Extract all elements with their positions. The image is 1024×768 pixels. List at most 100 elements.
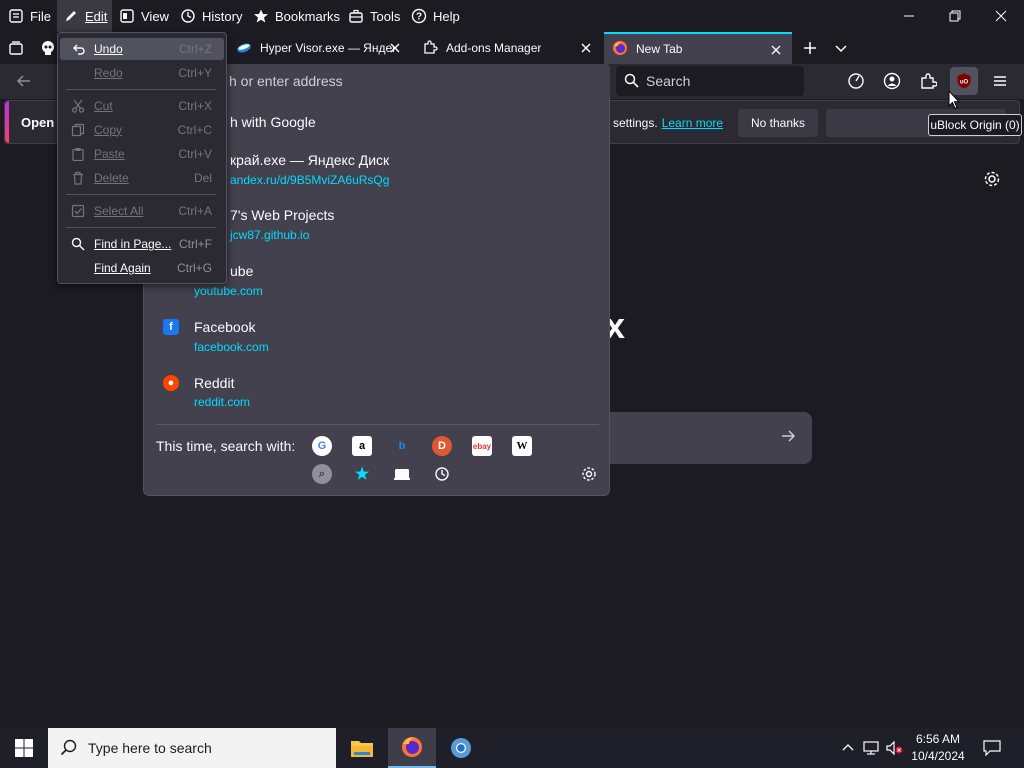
menu-item-find-again[interactable]: Find Again Ctrl+G [60,257,224,279]
notifications-icon[interactable] [978,734,1006,762]
menu-bookmarks-label: Bookmarks [275,8,341,24]
yandex-disk-icon [236,39,252,58]
tab-new-tab[interactable]: New Tab [604,32,792,64]
menu-tools[interactable]: Tools [342,0,406,32]
new-tab-plus-icon[interactable] [796,34,824,62]
duckduckgo-engine-icon[interactable]: D [432,436,452,456]
clipboard-icon [70,146,86,162]
menu-item-find-in-page[interactable]: Find in Page... Ctrl+F [60,233,224,255]
result-url: facebook.com [194,340,269,354]
menu-item-select-all[interactable]: Select All Ctrl+A [60,200,224,222]
new-tab-settings-gear-icon[interactable] [983,170,1001,188]
firefox-view-icon[interactable] [842,67,870,95]
result-title[interactable]: Reddit [194,375,234,391]
menu-item-label: Find in Page... [94,237,172,251]
account-icon[interactable] [878,67,906,95]
close-icon[interactable] [387,40,403,56]
list-all-tabs-chevron-down-icon[interactable] [827,34,855,62]
new-tab-search-box[interactable] [610,412,812,464]
menu-separator [66,227,216,228]
menu-edit[interactable]: Edit [57,0,112,32]
result-title[interactable]: крaй.exe — Яндекс Диск [230,152,389,168]
result-url: jcw87.github.io [230,228,310,242]
tab-hyper-visor[interactable]: Hyper Visor.exe — Яндекс [228,32,411,64]
close-window-button[interactable] [978,0,1024,32]
tabs-icon[interactable] [392,464,412,484]
result-title[interactable]: 7's Web Projects [230,207,334,223]
select-all-icon [70,203,86,219]
notification-accent [5,101,9,143]
file-explorer-icon[interactable] [338,728,386,768]
no-thanks-button[interactable]: No thanks [738,109,818,137]
scissors-icon [70,98,86,114]
bookmarks-star-icon[interactable]: ★ [352,464,372,484]
search-icon [624,73,639,91]
chromium-icon[interactable] [437,728,485,768]
menu-file[interactable]: File [2,0,57,32]
edit-menu-popup: Undo Ctrl+Z Redo Ctrl+Y Cut Ctrl+X Copy … [57,32,227,284]
taskbar-search-box[interactable]: Type here to search [48,728,336,768]
wikipedia-engine-icon[interactable]: W [512,436,532,456]
back-arrow-icon[interactable] [10,67,38,95]
result-title[interactable]: ube [230,263,253,279]
pencil-icon [63,8,79,24]
close-icon[interactable] [768,42,784,58]
search-bar[interactable]: Search [616,66,804,96]
google-engine-icon[interactable]: G [312,436,332,456]
search-engine-icon[interactable]: ⌕ [312,464,332,484]
result-url: youtube.com [194,284,263,298]
menu-view-label: View [141,8,169,24]
menu-item-paste[interactable]: Paste Ctrl+V [60,143,224,165]
taskbar-clock[interactable]: 6:56 AM 10/4/2024 [905,731,971,765]
amazon-engine-icon[interactable]: a [352,436,372,456]
menu-item-shortcut: Del [193,171,212,185]
hamburger-menu-icon[interactable] [986,67,1014,95]
restore-button[interactable] [932,0,978,32]
firefox-icon [612,40,628,59]
menu-item-cut[interactable]: Cut Ctrl+X [60,95,224,117]
menu-item-shortcut: Ctrl+X [178,99,212,113]
close-icon[interactable] [578,40,594,56]
menu-item-shortcut: Ctrl+Y [178,66,212,80]
menu-view[interactable]: View [113,0,175,32]
svg-text:?: ? [416,12,422,23]
windows-start-button[interactable] [0,728,48,768]
menu-item-undo[interactable]: Undo Ctrl+Z [60,38,224,60]
search-with-google-row[interactable]: h with Google [230,114,316,130]
help-icon: ? [411,8,427,24]
reddit-icon: ● [163,375,179,391]
menu-item-label: Delete [94,171,129,185]
extensions-puzzle-icon[interactable] [914,67,942,95]
url-bar-placeholder: h or enter address [229,73,343,89]
menu-item-delete[interactable]: Delete Del [60,167,224,189]
ebay-engine-icon[interactable]: ebay [472,436,492,456]
tab-overview-icon[interactable] [2,34,30,62]
learn-more-link[interactable]: Learn more [662,116,723,130]
result-title[interactable]: Facebook [194,319,255,335]
clock-icon [180,8,196,24]
menu-item-shortcut: Ctrl+C [177,123,212,137]
menu-item-label: Copy [94,123,123,137]
file-menu-icon [8,8,24,24]
history-clock-icon[interactable] [432,464,452,484]
taskbar: Type here to search 6:56 AM 10/4/2024 [0,728,1024,768]
menu-item-shortcut: Ctrl+V [178,147,212,161]
menu-item-redo[interactable]: Redo Ctrl+Y [60,62,224,84]
menu-help[interactable]: ? Help [405,0,466,32]
tab-addons-manager[interactable]: Add-ons Manager [414,32,602,64]
firefox-taskbar-icon[interactable] [388,728,436,768]
menu-item-label: Find Again [94,261,151,275]
tab-label: New Tab [636,42,683,56]
menu-item-copy[interactable]: Copy Ctrl+C [60,119,224,141]
menu-history[interactable]: History [174,0,248,32]
trash-icon [70,170,86,186]
menu-bookmarks[interactable]: Bookmarks [247,0,346,32]
minimize-button[interactable] [886,0,932,32]
search-icon [60,739,78,760]
notification-message-text: settings. [613,116,658,130]
menu-tools-label: Tools [370,8,401,24]
bing-engine-icon[interactable]: b [392,436,412,456]
dropdown-divider [156,424,599,425]
menu-file-label: File [30,8,51,24]
search-settings-gear-icon[interactable] [579,464,599,484]
